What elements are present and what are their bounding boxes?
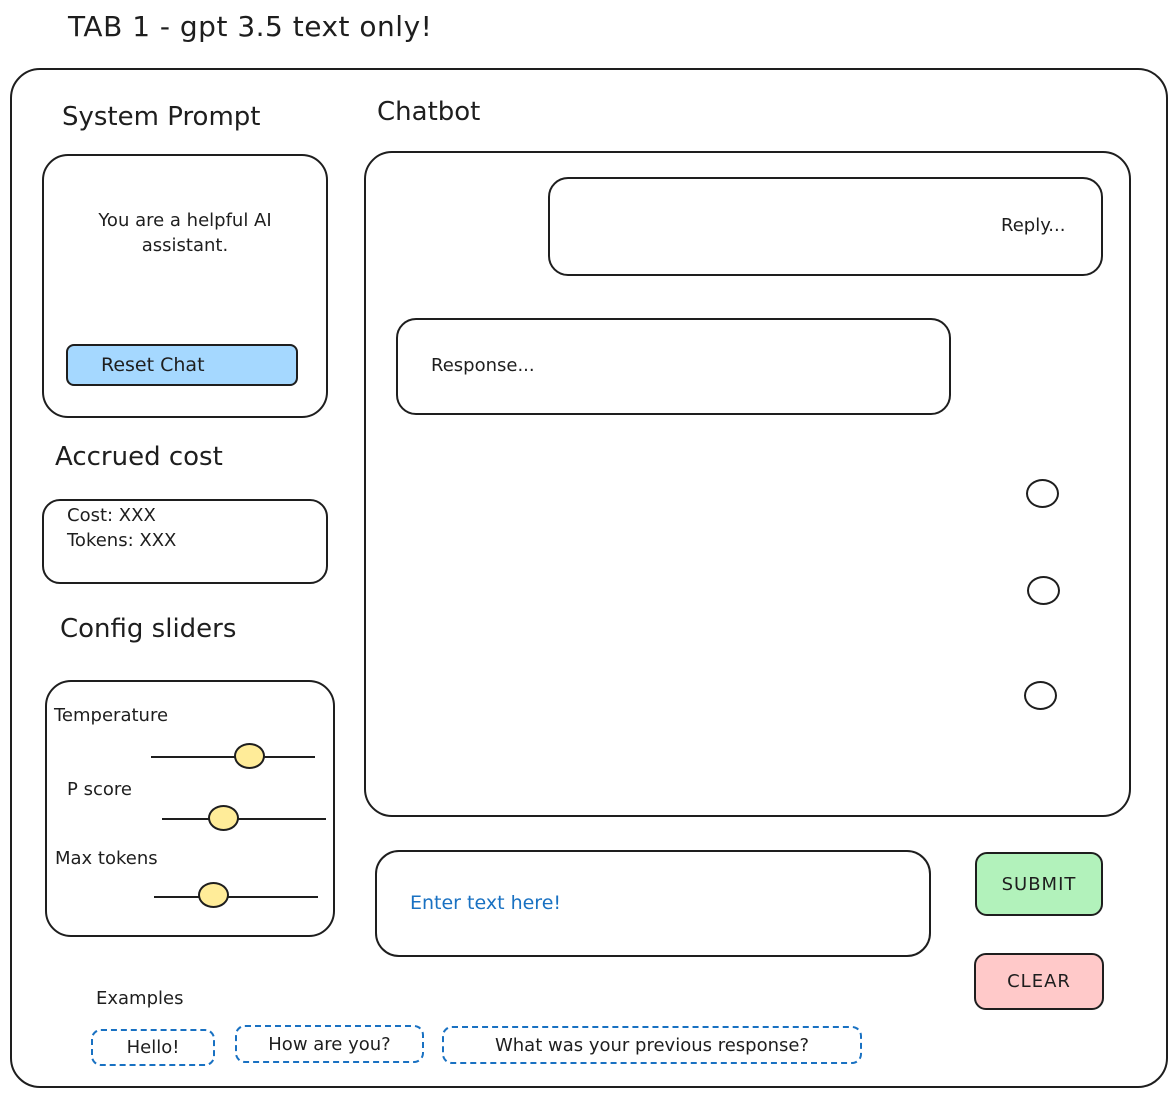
chat-option-radio-3[interactable] <box>1024 681 1057 710</box>
p-score-slider-knob[interactable] <box>207 805 239 831</box>
temperature-slider-track[interactable] <box>151 756 315 758</box>
system-prompt-heading: System Prompt <box>62 102 261 132</box>
chat-option-radio-2[interactable] <box>1027 576 1060 605</box>
submit-button[interactable]: SUBMIT <box>975 852 1103 916</box>
temperature-label: Temperature <box>54 705 169 726</box>
chat-option-radio-1[interactable] <box>1026 479 1059 508</box>
system-prompt-text[interactable]: You are a helpful AI assistant. <box>62 208 308 258</box>
message-input[interactable] <box>400 885 920 921</box>
examples-heading: Examples <box>96 988 184 1009</box>
p-score-slider-track[interactable] <box>162 818 326 820</box>
p-score-label: P score <box>67 779 132 800</box>
cost-value: Cost: XXX <box>67 505 156 526</box>
response-text: Response... <box>431 355 535 376</box>
reply-text: Reply... <box>1001 215 1066 236</box>
example-hello[interactable]: Hello! <box>91 1029 215 1066</box>
reset-chat-button[interactable]: Reset Chat <box>66 344 298 386</box>
max-tokens-slider-track[interactable] <box>154 896 318 898</box>
clear-button[interactable]: CLEAR <box>974 953 1104 1010</box>
example-previous-response[interactable]: What was your previous response? <box>442 1026 862 1064</box>
config-sliders-heading: Config sliders <box>60 614 237 644</box>
chatbot-heading: Chatbot <box>377 97 481 127</box>
max-tokens-label: Max tokens <box>55 848 158 869</box>
accrued-cost-heading: Accrued cost <box>55 442 223 472</box>
page-title: TAB 1 - gpt 3.5 text only! <box>68 10 433 43</box>
tokens-value: Tokens: XXX <box>67 530 177 551</box>
max-tokens-slider-knob[interactable] <box>198 882 230 908</box>
example-how-are-you[interactable]: How are you? <box>235 1025 424 1063</box>
